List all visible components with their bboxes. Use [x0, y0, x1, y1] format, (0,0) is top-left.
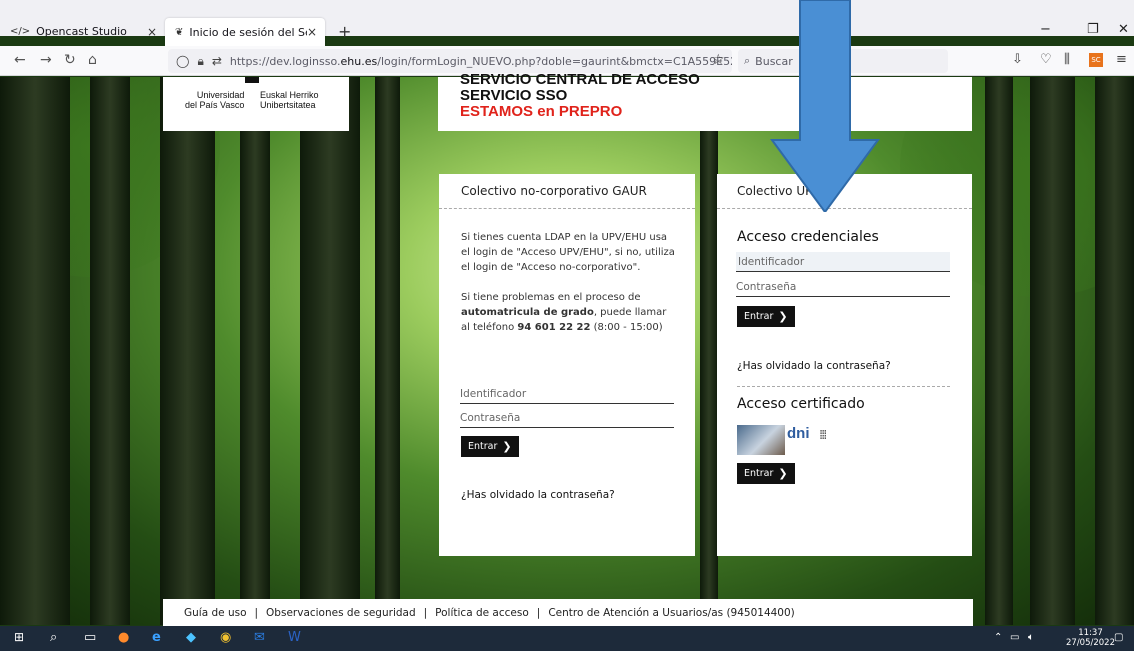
- certificate-submit-button[interactable]: Entrar ❯: [737, 463, 795, 484]
- chevron-right-icon: ❯: [778, 310, 788, 323]
- downloads-icon[interactable]: ⇩: [1012, 52, 1023, 67]
- chevron-right-icon: ❯: [502, 440, 512, 453]
- search-icon[interactable]: ⌕: [50, 630, 57, 645]
- tab-bar: </> Opencast Studio × ❦ Inicio de sesión…: [0, 0, 1134, 46]
- close-window-button[interactable]: ✕: [1118, 22, 1129, 37]
- battery-icon[interactable]: ▭: [1010, 632, 1019, 643]
- university-logo: Universidad del País Vasco Euskal Herrik…: [163, 77, 349, 131]
- footer-link-guide[interactable]: Guía de uso: [184, 607, 247, 619]
- certificate-title: Acceso certificado: [737, 396, 865, 412]
- logo-mark: [245, 77, 259, 83]
- dni-card-image: [737, 425, 785, 455]
- forgot-password-link[interactable]: ¿Has olvidado la contraseña?: [461, 489, 615, 501]
- dni-logo[interactable]: dni ⁞⁞⁞: [737, 423, 837, 457]
- addon-icon[interactable]: SC: [1089, 53, 1103, 67]
- divider: [737, 386, 950, 387]
- chrome-icon[interactable]: ◉: [220, 630, 231, 645]
- search-icon: ⌕: [744, 54, 751, 67]
- reload-icon[interactable]: ↻: [64, 52, 76, 68]
- submit-button[interactable]: Entrar ❯: [737, 306, 795, 327]
- identifier-field[interactable]: Identificador: [460, 384, 674, 404]
- app-icon[interactable]: ◆: [186, 630, 196, 645]
- panel-upv-ehu: Colectivo UP Acceso credenciales Identif…: [717, 174, 972, 556]
- forward-icon[interactable]: →: [40, 52, 52, 68]
- shield-icon[interactable]: ◯: [176, 54, 189, 68]
- opencast-icon: </>: [10, 26, 31, 37]
- tab-label: Opencast Studio: [36, 25, 127, 38]
- password-field[interactable]: Contraseña: [460, 408, 674, 428]
- clock[interactable]: 11:37 27/05/2022: [1066, 628, 1115, 648]
- home-icon[interactable]: ⌂: [88, 52, 97, 68]
- close-icon[interactable]: ×: [307, 25, 317, 39]
- outlook-icon[interactable]: ✉: [254, 630, 265, 645]
- new-tab-button[interactable]: +: [338, 22, 351, 41]
- footer-link-support[interactable]: Centro de Atención a Usuarios/as (945014…: [548, 607, 794, 619]
- logo-text-es: Universidad del País Vasco: [185, 90, 245, 110]
- page-header: SERVICIO CENTRAL DE ACCESO SERVICIO SSO …: [438, 72, 972, 131]
- header-notice: ESTAMOS en PREPRO: [460, 103, 623, 120]
- chip-icon: ⁞⁞⁞: [819, 428, 828, 443]
- word-icon[interactable]: W: [288, 630, 301, 645]
- separator: |: [254, 606, 259, 619]
- task-view-icon[interactable]: ▭: [84, 630, 96, 645]
- close-icon[interactable]: ×: [147, 25, 157, 39]
- logo-text-eu: Euskal Herriko Unibertsitatea: [260, 90, 319, 110]
- library-icon[interactable]: ⫼: [1064, 52, 1070, 67]
- separator: |: [423, 606, 428, 619]
- credentials-title: Acceso credenciales: [737, 229, 879, 245]
- divider: [439, 208, 695, 209]
- forgot-password-link[interactable]: ¿Has olvidado la contraseña?: [737, 360, 891, 372]
- volume-icon[interactable]: 🔈︎: [1028, 632, 1034, 643]
- header-subtitle: SERVICIO SSO: [460, 87, 568, 104]
- tab-opencast[interactable]: </> Opencast Studio ×: [0, 20, 165, 43]
- identifier-field[interactable]: Identificador: [736, 252, 950, 272]
- tray-chevron-icon[interactable]: ⌃: [994, 632, 1002, 643]
- firefox-icon[interactable]: ●: [118, 630, 129, 645]
- permissions-icon[interactable]: ⇄: [212, 54, 222, 68]
- chevron-right-icon: ❯: [778, 467, 788, 480]
- url-text[interactable]: https://dev.loginsso.ehu.es/login/formLo…: [230, 55, 732, 68]
- page-footer: Guía de uso | Observaciones de seguridad…: [163, 599, 973, 626]
- menu-icon[interactable]: ≡: [1116, 52, 1127, 67]
- minimize-button[interactable]: −: [1040, 22, 1051, 37]
- password-field[interactable]: Contraseña: [736, 277, 950, 297]
- url-bar[interactable]: ◯ 🔒︎ ⇄ https://dev.loginsso.ehu.es/login…: [168, 49, 732, 73]
- help-text: Si tiene problemas en el proceso de auto…: [461, 292, 667, 333]
- bookmark-star-icon[interactable]: ☆: [712, 52, 725, 68]
- header-title: SERVICIO CENTRAL DE ACCESO: [460, 71, 700, 88]
- dni-text: dni: [787, 425, 810, 442]
- pocket-icon[interactable]: ♡: [1040, 52, 1052, 67]
- maximize-button[interactable]: ❐: [1087, 22, 1099, 37]
- lock-icon[interactable]: 🔒︎: [197, 54, 203, 69]
- footer-link-security[interactable]: Observaciones de seguridad: [266, 607, 416, 619]
- taskbar: ⊞ ⌕ ▭ ● e ◆ ◉ ✉ W ⌃ ▭ 🔈︎ 11:37 27/05/202…: [0, 626, 1134, 651]
- tab-login[interactable]: ❦ Inicio de sesión del Servicio Cen ×: [165, 18, 325, 46]
- windows-start-icon[interactable]: ⊞: [14, 630, 24, 644]
- panel-title: Colectivo no-corporativo GAUR: [461, 184, 647, 198]
- ehu-icon: ❦: [175, 26, 184, 38]
- notifications-icon[interactable]: ▢: [1114, 632, 1123, 643]
- back-icon[interactable]: ←: [14, 52, 26, 68]
- separator: |: [536, 606, 541, 619]
- info-text: Si tienes cuenta LDAP en la UPV/EHU usa …: [461, 232, 675, 273]
- blue-arrow-annotation: [770, 0, 880, 212]
- footer-link-policy[interactable]: Política de acceso: [435, 607, 529, 619]
- panel-no-corporativo: Colectivo no-corporativo GAUR Si tienes …: [439, 174, 695, 556]
- tab-label: Inicio de sesión del Servicio Cen: [189, 25, 307, 39]
- internet-explorer-icon[interactable]: e: [152, 630, 161, 645]
- submit-button[interactable]: Entrar ❯: [461, 436, 519, 457]
